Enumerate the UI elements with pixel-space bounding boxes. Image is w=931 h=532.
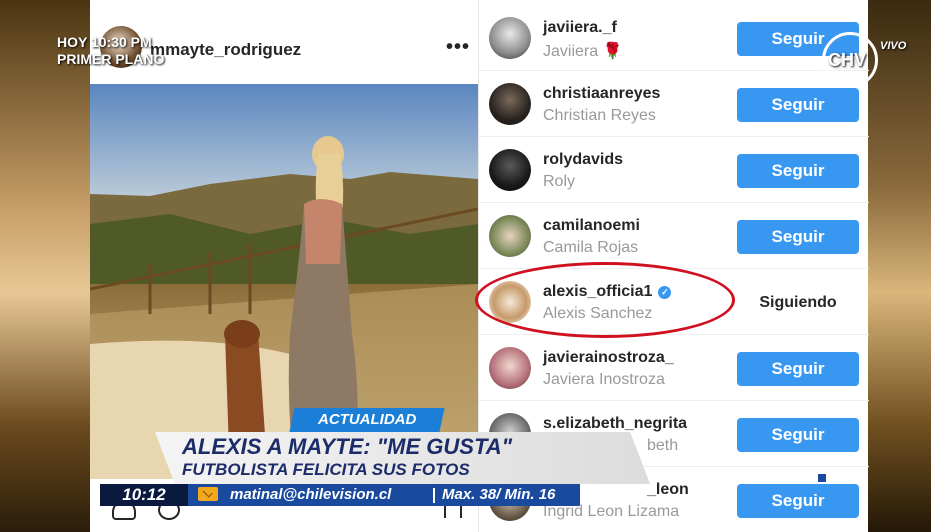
follow-button[interactable]: Seguir bbox=[737, 418, 859, 452]
more-options-icon[interactable]: ••• bbox=[446, 36, 470, 59]
section-tag-text: ACTUALIDAD bbox=[317, 411, 417, 428]
list-item-fullname: Roly bbox=[543, 173, 576, 190]
list-item[interactable]: christiaanreyes Christian Reyes Seguir bbox=[479, 70, 869, 137]
highlight-ring bbox=[475, 262, 735, 338]
follow-button[interactable]: Seguir bbox=[737, 154, 859, 188]
list-item-fullname: Javiiera 🌹 bbox=[543, 43, 623, 60]
avatar[interactable] bbox=[489, 17, 531, 59]
live-label: VIVO bbox=[880, 40, 907, 52]
avatar[interactable] bbox=[489, 83, 531, 125]
headline: ALEXIS A MAYTE: "ME GUSTA" bbox=[182, 434, 513, 459]
list-item-fullname: Christian Reyes bbox=[543, 107, 656, 124]
list-item-fullname: Camila Rojas bbox=[543, 239, 639, 256]
avatar[interactable] bbox=[489, 215, 531, 257]
list-item-fullname: Javiera Inostroza bbox=[543, 371, 665, 388]
contact-email: matinal@chilevision.cl bbox=[230, 486, 392, 503]
follow-button[interactable]: Seguir bbox=[737, 352, 859, 386]
following-button[interactable]: Siguiendo bbox=[737, 286, 859, 320]
avatar[interactable] bbox=[489, 149, 531, 191]
subheadline: FUTBOLISTA FELICITA SUS FOTOS bbox=[182, 460, 470, 479]
list-item[interactable]: camilanoemi Camila Rojas Seguir bbox=[479, 202, 869, 269]
broadcast-background-right bbox=[866, 0, 931, 532]
follow-button[interactable]: Seguir bbox=[737, 88, 859, 122]
program-promo-time: HOY 10:30 PM bbox=[57, 34, 152, 50]
list-item[interactable]: javiiera._f Javiiera 🌹 Seguir bbox=[479, 4, 869, 71]
list-item-username[interactable]: javiiera._f bbox=[543, 19, 617, 37]
ticker-divider bbox=[433, 488, 435, 503]
list-item-username[interactable]: _leon bbox=[647, 481, 689, 499]
list-item[interactable]: javierainostroza_ Javiera Inostroza Segu… bbox=[479, 334, 869, 401]
broadcast-background-left bbox=[0, 0, 90, 532]
follow-button[interactable]: Seguir bbox=[737, 484, 859, 518]
channel-logo: CHV bbox=[828, 50, 867, 70]
mail-icon bbox=[198, 487, 218, 501]
list-item-fullname: beth bbox=[647, 437, 679, 454]
program-promo-name: PRIMER PLANO bbox=[57, 51, 165, 67]
section-tag: ACTUALIDAD bbox=[289, 408, 445, 432]
post-author-username[interactable]: mmayte_rodriguez bbox=[150, 40, 301, 60]
list-item[interactable]: rolydavids Roly Seguir bbox=[479, 136, 869, 203]
list-item-username[interactable]: rolydavids bbox=[543, 151, 623, 169]
avatar[interactable] bbox=[489, 347, 531, 389]
list-item-username[interactable]: christiaanreyes bbox=[543, 85, 660, 103]
weather-readout: Max. 38/ Min. 16 bbox=[442, 486, 556, 503]
list-item-username[interactable]: camilanoemi bbox=[543, 217, 640, 235]
program-promo: HOY 10:30 PM PRIMER PLANO bbox=[57, 34, 164, 68]
ticker-marker bbox=[818, 474, 826, 482]
list-item-username[interactable]: javierainostroza_ bbox=[543, 349, 674, 367]
follow-button[interactable]: Seguir bbox=[737, 220, 859, 254]
list-item-username[interactable]: s.elizabeth_negrita bbox=[543, 415, 687, 433]
clock: 10:12 bbox=[100, 484, 188, 506]
